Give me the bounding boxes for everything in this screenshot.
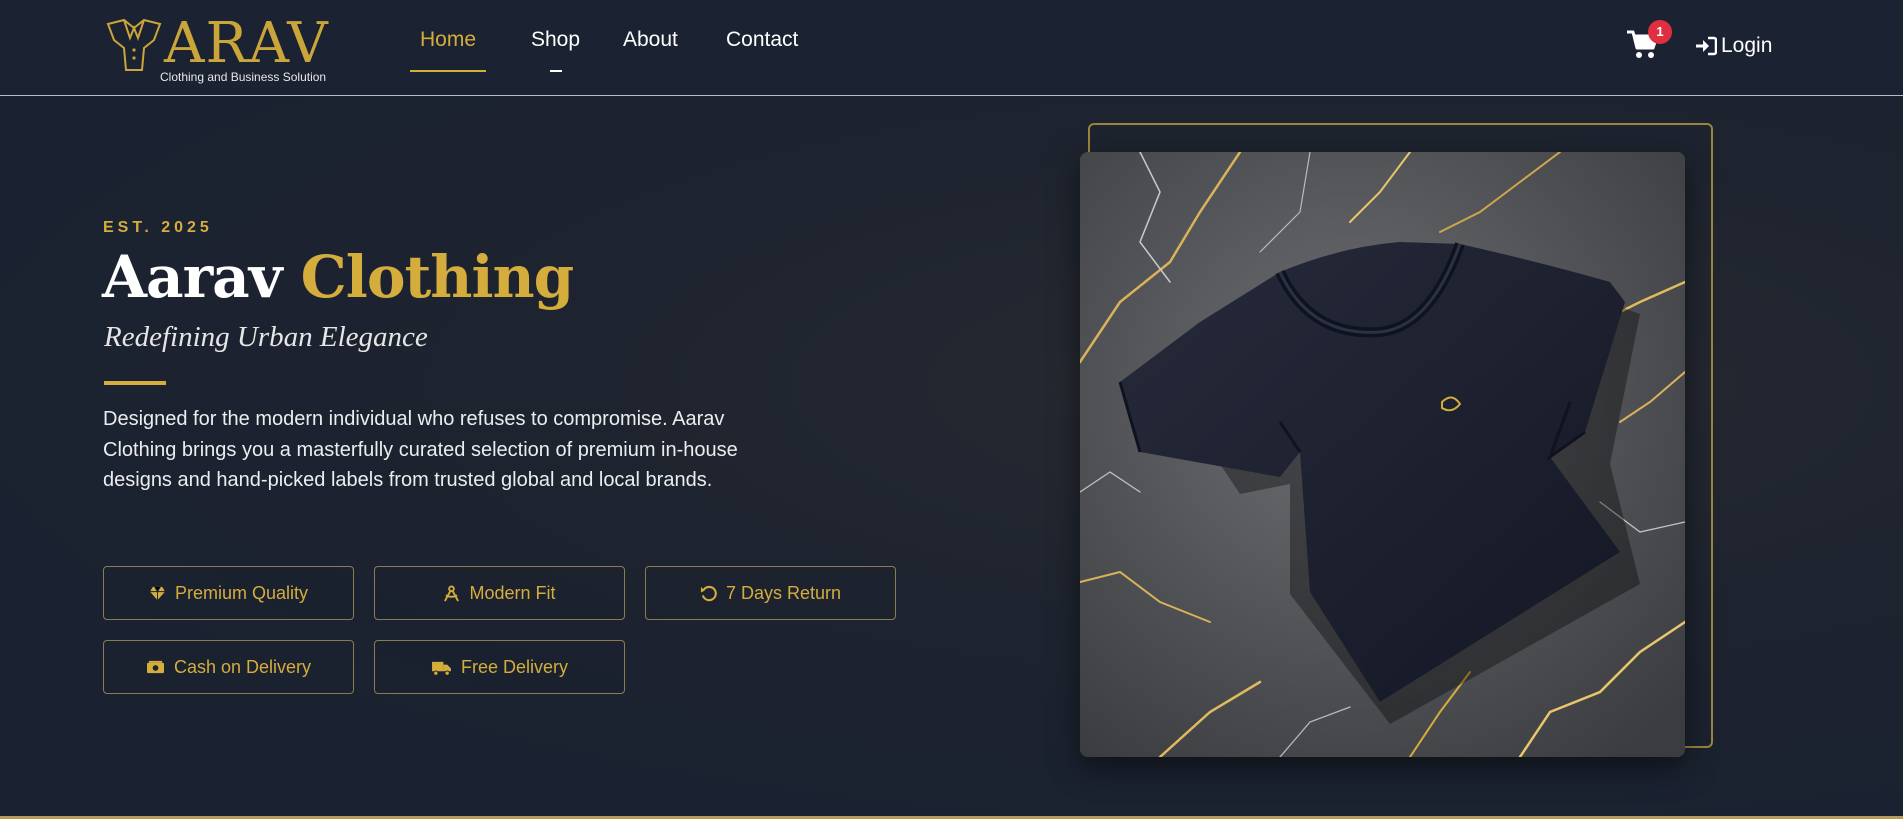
hero-description: Designed for the modern individual who r… <box>103 408 738 491</box>
nav-shop-label: Shop <box>531 28 581 51</box>
login-label: Login <box>1721 34 1773 57</box>
feature-cash-on-delivery: Cash on Delivery <box>103 640 354 694</box>
feature-label: Premium Quality <box>174 582 309 603</box>
established-label: EST. 2025 <box>103 219 213 236</box>
hero-title: Aarav Clothing <box>102 243 575 311</box>
cart-button[interactable]: 1 <box>1626 20 1672 60</box>
shirt-collar-icon <box>106 18 162 71</box>
hero-subtitle: Redefining Urban Elegance <box>104 321 428 353</box>
hero-section: EST. 2025 Aarav Clothing Redefining Urba… <box>0 97 1903 817</box>
site-header: ARAV Clothing and Business Solution Home… <box>0 0 1903 96</box>
brand-tagline: Clothing and Business Solution <box>160 70 327 84</box>
feature-modern-fit: Modern Fit <box>374 566 625 620</box>
undo-icon <box>700 585 717 601</box>
black-tshirt-on-marble-image <box>1080 152 1685 757</box>
compass-icon <box>444 584 460 602</box>
nav-home[interactable]: Home <box>410 28 487 74</box>
feature-label: 7 Days Return <box>725 582 842 603</box>
feature-label: Cash on Delivery <box>173 656 312 677</box>
nav-contact-label: Contact <box>726 28 799 51</box>
nav-shop[interactable]: Shop <box>531 28 580 74</box>
nav-about-label: About <box>623 28 678 51</box>
feature-free-delivery: Free Delivery <box>374 640 625 694</box>
nav-about[interactable]: About <box>623 28 678 74</box>
feature-premium-quality: Premium Quality <box>103 566 354 620</box>
feature-label: Modern Fit <box>469 582 556 603</box>
feature-label: Free Delivery <box>460 656 569 677</box>
nav-contact[interactable]: Contact <box>726 28 798 74</box>
gold-divider <box>104 381 166 385</box>
nav-home-label: Home <box>420 28 477 51</box>
gem-icon <box>149 586 166 600</box>
hero-title-accent: Clothing <box>300 243 575 311</box>
feature-return-policy: 7 Days Return <box>645 566 896 620</box>
login-link[interactable]: Login <box>1695 32 1772 60</box>
cart-count-badge: 1 <box>1648 20 1672 44</box>
truck-icon <box>432 661 451 676</box>
dropdown-indicator <box>549 70 562 72</box>
sign-in-icon <box>1696 36 1717 56</box>
active-underline <box>410 70 487 72</box>
money-bill-icon <box>146 660 164 673</box>
brand-logo[interactable]: ARAV Clothing and Business Solution <box>104 12 334 86</box>
brand-name: ARAV <box>164 11 329 76</box>
hero-product-image <box>1080 152 1685 757</box>
hero-title-main: Aarav <box>102 243 282 311</box>
